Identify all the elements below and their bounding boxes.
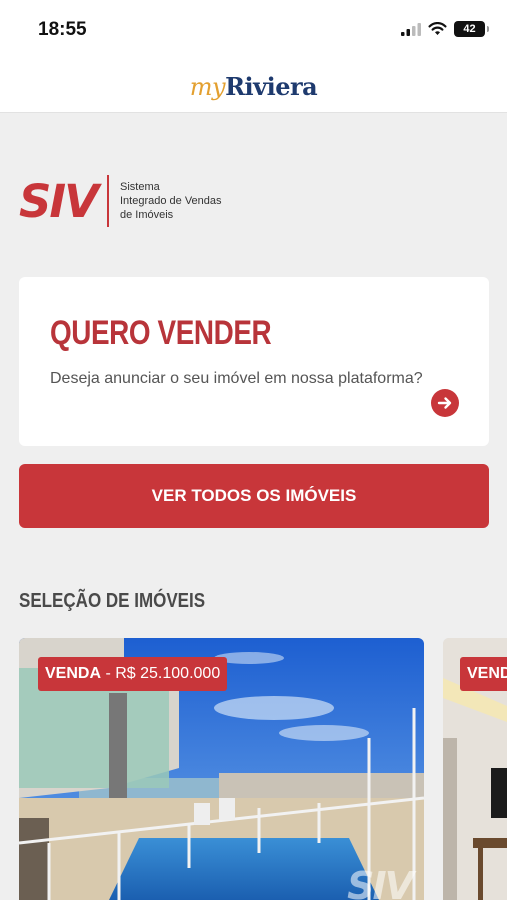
siv-mark: SIV (19, 174, 99, 228)
listing-separator: - (101, 665, 116, 682)
brand-my: my (189, 72, 226, 101)
status-icons: 42 (401, 21, 489, 37)
listing-card[interactable]: VENDA - R$ 25.100.000 SIV (19, 638, 424, 900)
view-all-properties-button[interactable]: VER TODOS OS IMÓVEIS (19, 464, 489, 528)
app-header: myRiviera (0, 60, 507, 113)
cellular-signal-icon (401, 22, 421, 36)
listing-type: VEND (467, 665, 507, 682)
sell-card[interactable]: QUERO VENDER Deseja anunciar o seu imóve… (19, 277, 489, 446)
siv-tagline-line1: Sistema (119, 181, 160, 193)
siv-watermark: SIV (347, 864, 414, 900)
siv-divider (106, 175, 109, 227)
siv-tagline: Sistema Integrado de Vendas de Imóveis (120, 180, 222, 222)
listing-type: VENDA (45, 665, 102, 682)
sell-card-description: Deseja anunciar o seu imóvel em nossa pl… (50, 370, 423, 387)
sell-card-arrow-button[interactable] (431, 389, 459, 417)
wifi-icon (428, 22, 447, 35)
listing-badge: VEND (460, 657, 507, 691)
siv-tagline-line2: Integrado de Vendas (119, 195, 222, 207)
status-bar: 18:55 42 (0, 0, 507, 60)
battery-level: 42 (463, 23, 476, 35)
listing-card[interactable]: VEND (443, 638, 507, 900)
status-time: 18:55 (38, 19, 87, 40)
siv-logo: SIV Sistema Integrado de Vendas de Imóve… (19, 175, 222, 227)
listing-badge: VENDA - R$ 25.100.000 (38, 657, 228, 691)
listing-price: R$ 25.100.000 (115, 665, 221, 682)
brand-riviera: Riviera (225, 71, 318, 101)
battery-icon: 42 (454, 21, 489, 37)
sell-card-title: QUERO VENDER (50, 314, 272, 352)
arrow-right-icon (437, 397, 452, 409)
brand-logo[interactable]: myRiviera (189, 71, 318, 101)
siv-tagline-line3: de Imóveis (119, 209, 174, 221)
section-title: SELEÇÃO DE IMÓVEIS (19, 590, 206, 612)
